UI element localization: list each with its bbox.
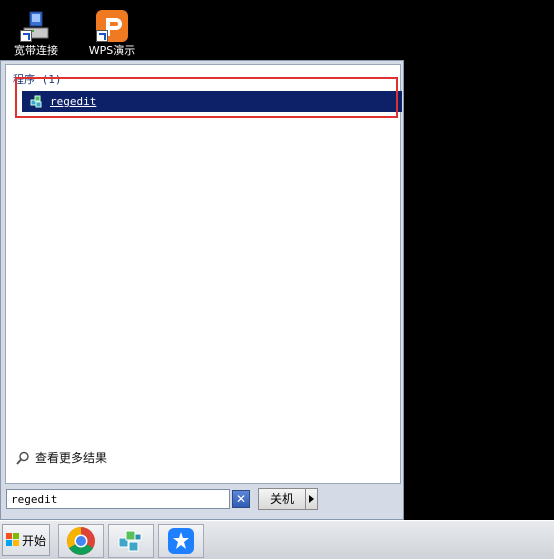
start-label: 开始 [21, 533, 46, 548]
desktop-icon-label: 宽带连接 [14, 44, 58, 57]
regedit-icon [30, 95, 44, 109]
taskbar-item-lark[interactable] [158, 524, 204, 558]
clear-search-button[interactable]: ✕ [232, 490, 250, 508]
clear-search-icon: ✕ [235, 492, 247, 506]
lark-icon [166, 526, 196, 556]
see-more-results-link[interactable]: 查看更多结果 [16, 449, 107, 466]
magnifier-icon [16, 451, 30, 465]
start-menu: 程序 (1) regedit 查看更多结果 ✕ 关机 [0, 60, 404, 520]
taskbar: 开始 [0, 520, 554, 559]
wps-presentation-icon [96, 10, 128, 42]
shutdown-button[interactable]: 关机 [258, 488, 306, 510]
search-results-pane: 程序 (1) regedit 查看更多结果 [5, 64, 402, 484]
taskbar-item-registry-editor[interactable] [108, 524, 154, 558]
desktop-icon-wps[interactable]: WPS演示 [80, 10, 144, 57]
result-item-regedit[interactable]: regedit [22, 91, 402, 112]
start-button[interactable]: 开始 [2, 524, 50, 556]
taskbar-item-chrome[interactable] [58, 524, 104, 558]
registry-editor-icon [116, 526, 146, 556]
broadband-connection-icon [20, 10, 52, 42]
result-item-label: regedit [50, 95, 97, 108]
category-header-programs: 程序 (1) [13, 73, 62, 86]
see-more-label: 查看更多结果 [35, 451, 108, 465]
search-input[interactable] [6, 489, 230, 509]
windows-logo-icon [5, 533, 20, 547]
desktop-icon-label: WPS演示 [88, 44, 136, 57]
shortcut-arrow-icon [96, 30, 108, 42]
shutdown-options-arrow[interactable] [306, 488, 318, 510]
shortcut-arrow-icon [20, 30, 32, 42]
desktop-icon-broadband[interactable]: 宽带连接 [4, 10, 68, 57]
chrome-icon [66, 526, 96, 556]
